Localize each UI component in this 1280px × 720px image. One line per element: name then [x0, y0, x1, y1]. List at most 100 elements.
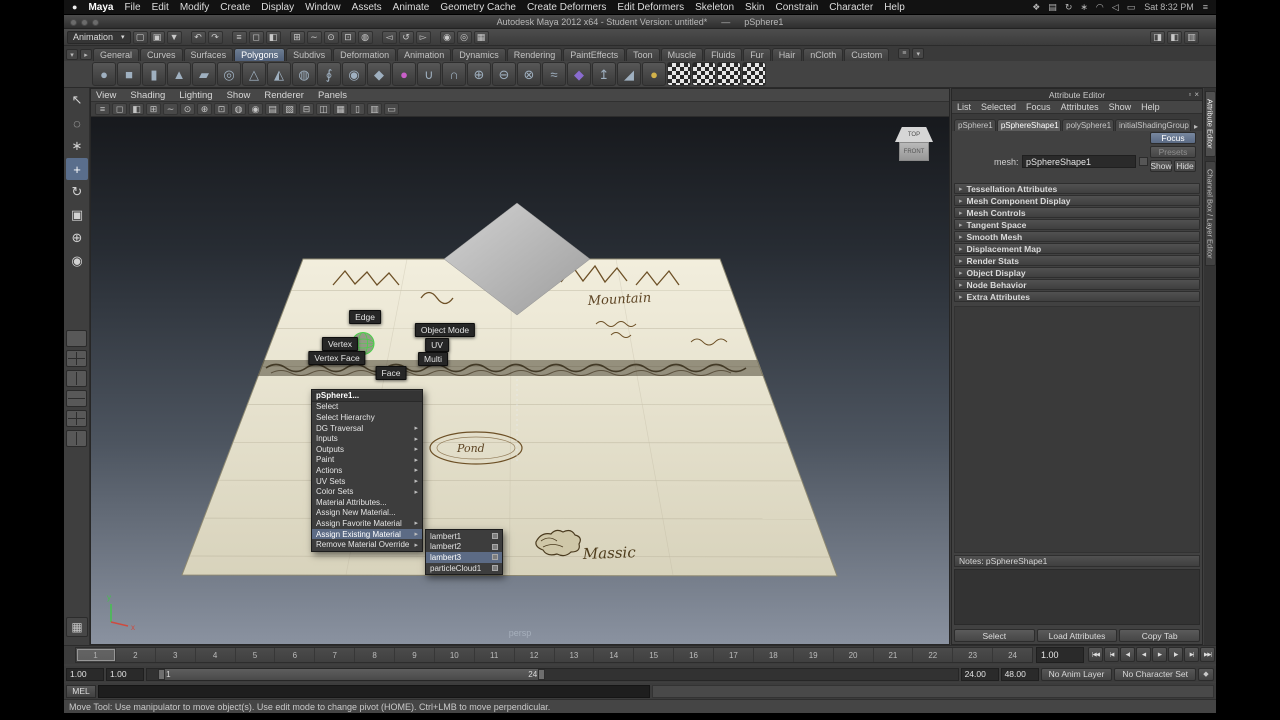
- animation-start-field[interactable]: 1.00: [66, 667, 104, 681]
- poly-cylinder-icon[interactable]: ▮: [142, 62, 166, 86]
- separate-icon[interactable]: ∩: [442, 62, 466, 86]
- sculpt-geometry-icon[interactable]: ●: [392, 62, 416, 86]
- mirror-geometry-icon[interactable]: ◆: [567, 62, 591, 86]
- menubar-item[interactable]: Help: [884, 2, 905, 13]
- wifi-icon[interactable]: ◠: [1096, 2, 1104, 13]
- material-swatch[interactable]: [492, 565, 498, 572]
- shelf-tab[interactable]: Subdivs: [286, 48, 333, 61]
- display-icon[interactable]: ▤: [1048, 2, 1057, 13]
- auto-keyframe-icon[interactable]: ◆: [1198, 667, 1214, 681]
- material-submenu-item[interactable]: lambert3: [426, 552, 502, 563]
- lasso-select-tool[interactable]: ◌: [66, 112, 88, 134]
- outliner-persp-layout[interactable]: [66, 430, 87, 447]
- ipr-render-icon[interactable]: ◎: [456, 30, 472, 44]
- current-time-field[interactable]: 1.00: [1036, 647, 1084, 663]
- snap-to-view-planes-icon[interactable]: ⊡: [214, 103, 229, 115]
- image-plane-icon[interactable]: ▧: [282, 103, 297, 115]
- ae-tab[interactable]: initialShadingGroup: [1114, 119, 1191, 131]
- menubar-item[interactable]: Display: [261, 2, 294, 13]
- shelf-tab[interactable]: Fur: [743, 48, 771, 61]
- context-menu-item[interactable]: Select Hierarchy: [312, 412, 422, 423]
- four-pane-layout[interactable]: [66, 350, 87, 367]
- scale-tool[interactable]: ▣: [66, 204, 88, 226]
- poly-plane-icon[interactable]: ▰: [192, 62, 216, 86]
- paint-select-tool[interactable]: ∗: [66, 135, 88, 157]
- snap-grid-icon[interactable]: ⊞: [289, 30, 305, 44]
- show-channel-box-icon[interactable]: ▥: [1184, 30, 1199, 44]
- select-tool[interactable]: ↖: [66, 89, 88, 111]
- menubar-item[interactable]: Assets: [352, 2, 382, 13]
- ae-menu-item[interactable]: Show: [1109, 102, 1132, 112]
- combine-icon[interactable]: ∪: [417, 62, 441, 86]
- timeline-frame[interactable]: 18: [752, 648, 793, 662]
- two-pane-vertical-layout[interactable]: [66, 370, 87, 387]
- view-cube[interactable]: TOP FRONT: [895, 127, 933, 165]
- ae-menu-item[interactable]: Help: [1141, 102, 1160, 112]
- three-pane-layout[interactable]: [66, 410, 87, 427]
- time-machine-icon[interactable]: ↻: [1065, 2, 1073, 13]
- ae-bottom-button[interactable]: Load Attributes: [1036, 629, 1118, 642]
- context-menu-item[interactable]: DG Traversal ▸: [312, 423, 422, 434]
- safe-title-icon[interactable]: ▭: [384, 103, 399, 115]
- volume-icon[interactable]: ◁: [1112, 2, 1119, 13]
- planar-mapping-icon[interactable]: [667, 62, 691, 86]
- go-to-start-button[interactable]: |◀◀: [1088, 647, 1103, 662]
- playback-end-field[interactable]: 24.00: [960, 667, 999, 681]
- open-scene-icon[interactable]: ▣: [149, 30, 165, 44]
- apple-menu-icon[interactable]: ●: [72, 2, 77, 12]
- shelf-tab-toggle-icon[interactable]: ▾: [66, 49, 78, 60]
- context-menu-item[interactable]: Inputs ▸: [312, 433, 422, 444]
- view-cube-top-face[interactable]: TOP: [895, 127, 933, 142]
- timeline-frame[interactable]: 9: [394, 648, 434, 662]
- context-menu-item[interactable]: Paint ▸: [312, 455, 422, 466]
- timeline-frame[interactable]: 17: [713, 648, 753, 662]
- spaces-icon[interactable]: ❖: [1032, 2, 1040, 13]
- timeline-frame[interactable]: 10: [433, 648, 474, 662]
- uv-texture-editor-icon[interactable]: [742, 62, 766, 86]
- shelf-tab[interactable]: Toon: [626, 48, 660, 61]
- menubar-item[interactable]: Skin: [745, 2, 764, 13]
- shelf-tab[interactable]: PaintEffects: [563, 48, 626, 61]
- poly-platonic-icon[interactable]: ◆: [367, 62, 391, 86]
- shelf-menu-icon[interactable]: ▸: [80, 49, 92, 60]
- poly-sphere-icon[interactable]: ●: [92, 62, 116, 86]
- resolution-gate-icon[interactable]: ▯: [350, 103, 365, 115]
- step-back-key-button[interactable]: ◀|: [1120, 647, 1135, 662]
- output-connections-icon[interactable]: ▻: [415, 30, 431, 44]
- poly-pyramid-icon[interactable]: ◭: [267, 62, 291, 86]
- context-menu-item[interactable]: UV Sets ▸: [312, 476, 422, 487]
- snap-to-points-icon[interactable]: ⊙: [180, 103, 195, 115]
- select-hierarchy-icon[interactable]: ≡: [231, 30, 247, 44]
- timeline-frame[interactable]: 3: [154, 648, 195, 662]
- viewport-3d[interactable]: Mountain Pond Massic y x TOP FRONT Edge …: [91, 117, 949, 644]
- poly-cone-icon[interactable]: ▲: [167, 62, 191, 86]
- shelf-tab[interactable]: Animation: [397, 48, 452, 61]
- viewport-menu-item[interactable]: Lighting: [179, 90, 212, 101]
- context-menu-item[interactable]: pSphere1...: [312, 391, 422, 402]
- snap-to-grids-icon[interactable]: ⊞: [146, 103, 161, 115]
- shelf-tab[interactable]: Surfaces: [183, 48, 234, 61]
- step-forward-frame-button[interactable]: ▶|: [1184, 647, 1199, 662]
- menubar-item[interactable]: Create: [220, 2, 250, 13]
- material-swatch[interactable]: [492, 543, 498, 550]
- playback-start-field[interactable]: 1.00: [106, 667, 144, 681]
- timeline-frame[interactable]: 15: [633, 648, 673, 662]
- construction-history-icon[interactable]: ↺: [398, 30, 414, 44]
- undo-icon[interactable]: ↶: [190, 30, 206, 44]
- boolean-difference-icon[interactable]: ⊖: [492, 62, 516, 86]
- select-component-icon[interactable]: ◧: [265, 30, 281, 44]
- marking-menu-multi[interactable]: Multi: [418, 352, 448, 366]
- spherical-mapping-icon[interactable]: ●: [642, 62, 666, 86]
- timeline-frame[interactable]: 21: [872, 648, 913, 662]
- poly-soccerball-icon[interactable]: ◉: [342, 62, 366, 86]
- select-object-icon[interactable]: ◻: [248, 30, 264, 44]
- timeline-frame[interactable]: 5: [234, 648, 275, 662]
- menubar-item[interactable]: Create Deformers: [527, 2, 606, 13]
- timeline-frame[interactable]: 2: [114, 648, 155, 662]
- gate-mask-icon[interactable]: ▥: [367, 103, 382, 115]
- automatic-mapping-icon[interactable]: [717, 62, 741, 86]
- user-menu-icon[interactable]: ≡: [1203, 2, 1208, 12]
- notes-field[interactable]: [954, 569, 1200, 625]
- attribute-section-header[interactable]: ▸ Tangent Space: [954, 219, 1200, 230]
- range-slider[interactable]: 1 24: [146, 667, 959, 681]
